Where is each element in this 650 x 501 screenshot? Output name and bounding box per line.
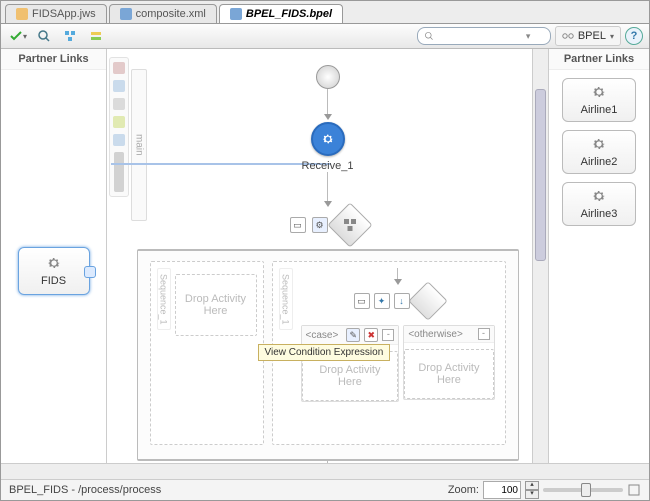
partner-link-airline3[interactable]: Airline3 bbox=[562, 182, 636, 226]
find-button[interactable] bbox=[33, 26, 55, 46]
gear-icon bbox=[46, 255, 62, 271]
swimlane-button[interactable] bbox=[85, 26, 107, 46]
chevron-down-icon[interactable]: ▾ bbox=[526, 31, 531, 42]
sequence-label: Sequence_1 bbox=[157, 268, 171, 330]
edit-case-button[interactable]: ✎ bbox=[346, 328, 360, 342]
partner-link-label: Airline3 bbox=[581, 208, 618, 220]
horizontal-scrollbar[interactable] bbox=[1, 463, 649, 479]
vertical-scrollbar[interactable] bbox=[532, 49, 548, 463]
receive-activity[interactable] bbox=[311, 122, 345, 156]
flow-gateway[interactable] bbox=[327, 202, 372, 247]
case-branch: <case> ✎ ✖ - Drop Activity Here bbox=[301, 325, 400, 402]
tooltip: View Condition Expression bbox=[258, 344, 391, 361]
arrow-icon bbox=[394, 279, 402, 285]
tab-fidsapp[interactable]: FIDSApp.jws bbox=[5, 4, 107, 23]
partner-link-label: Airline1 bbox=[581, 104, 618, 116]
left-partner-links-panel: Partner Links FIDS bbox=[1, 49, 107, 463]
tab-composite[interactable]: composite.xml bbox=[109, 4, 217, 23]
start-node[interactable] bbox=[316, 65, 340, 89]
link-icon bbox=[562, 31, 574, 41]
panel-title: Partner Links bbox=[549, 49, 649, 70]
flow-options-button[interactable]: ⚙ bbox=[312, 217, 328, 233]
arrow-icon bbox=[324, 201, 332, 207]
panel-title: Partner Links bbox=[1, 49, 106, 70]
help-button[interactable]: ? bbox=[625, 27, 643, 45]
partner-link-airline1[interactable]: Airline1 bbox=[562, 78, 636, 122]
flow-icon bbox=[343, 218, 357, 232]
otherwise-branch: <otherwise> - Drop Activity Here bbox=[403, 325, 494, 400]
partner-link-label: Airline2 bbox=[581, 156, 618, 168]
gear-icon bbox=[321, 132, 335, 146]
flow-branch-1: Sequence_1 Drop Activity Here bbox=[150, 261, 264, 445]
zoom-control: Zoom: ▴ ▾ bbox=[448, 481, 641, 499]
case-label: <case> bbox=[306, 330, 339, 341]
layout-button[interactable] bbox=[59, 26, 81, 46]
receive-label: Receive_1 bbox=[302, 160, 354, 172]
tab-label: composite.xml bbox=[136, 8, 206, 20]
expand-button[interactable]: - bbox=[382, 329, 394, 341]
add-branch-button[interactable]: ✦ bbox=[374, 293, 390, 309]
status-bar: BPEL_FIDS - /process/process Zoom: ▴ ▾ bbox=[1, 479, 649, 500]
gear-icon bbox=[591, 84, 607, 100]
arrow-down-button[interactable]: ↓ bbox=[394, 293, 410, 309]
chevron-down-icon: ▾ bbox=[610, 32, 614, 41]
right-partner-links-panel: Partner Links Airline1 Airline2 Airline3 bbox=[548, 49, 649, 463]
partner-link-airline2[interactable]: Airline2 bbox=[562, 130, 636, 174]
zoom-up-button[interactable]: ▴ bbox=[525, 481, 539, 490]
validate-button[interactable]: ▾ bbox=[7, 26, 29, 46]
otherwise-label: <otherwise> bbox=[408, 329, 462, 340]
gear-icon bbox=[591, 136, 607, 152]
tab-bpelfids[interactable]: BPEL_FIDS.bpel bbox=[219, 4, 343, 23]
delete-case-button[interactable]: ✖ bbox=[364, 328, 378, 342]
fit-icon[interactable] bbox=[627, 483, 641, 497]
partner-link-fids[interactable]: FIDS bbox=[18, 247, 90, 295]
search-box[interactable]: ▾ bbox=[417, 27, 551, 45]
tab-label: BPEL_FIDS.bpel bbox=[246, 8, 332, 20]
expand-button[interactable]: - bbox=[478, 328, 490, 340]
drop-zone[interactable]: Drop Activity Here bbox=[175, 274, 257, 336]
flow-container: Sequence_1 Drop Activity Here Sequence_1 bbox=[137, 249, 519, 461]
file-icon bbox=[120, 8, 132, 20]
zoom-down-button[interactable]: ▾ bbox=[525, 490, 539, 499]
search-icon bbox=[424, 31, 434, 41]
editor-tabs: FIDSApp.jws composite.xml BPEL_FIDS.bpel bbox=[1, 1, 649, 24]
tab-label: FIDSApp.jws bbox=[32, 8, 96, 20]
design-canvas[interactable]: main Receive_1 ▭ bbox=[107, 49, 548, 463]
bpel-label: BPEL bbox=[578, 30, 606, 42]
port-icon[interactable] bbox=[84, 266, 96, 278]
sequence-label: Sequence_1 bbox=[279, 268, 293, 330]
flow-branch-2: Sequence_1 ▭ ✦ ↓ bbox=[272, 261, 506, 445]
collapse-button[interactable]: ▭ bbox=[290, 217, 306, 233]
zoom-input[interactable] bbox=[483, 481, 521, 499]
toolbar: ▾ ▾ BPEL ▾ ? bbox=[1, 24, 649, 49]
partner-link-label: FIDS bbox=[41, 275, 66, 287]
file-icon bbox=[230, 8, 242, 20]
arrow-icon bbox=[324, 114, 332, 120]
file-icon bbox=[16, 8, 28, 20]
drop-zone[interactable]: Drop Activity Here bbox=[404, 349, 493, 399]
search-input[interactable] bbox=[438, 29, 522, 43]
gear-icon bbox=[591, 188, 607, 204]
collapse-button[interactable]: ▭ bbox=[354, 293, 370, 309]
breadcrumb: BPEL_FIDS - /process/process bbox=[9, 484, 161, 496]
bpel-mode-button[interactable]: BPEL ▾ bbox=[555, 26, 621, 46]
slider-knob[interactable] bbox=[581, 483, 591, 497]
scrollbar-thumb[interactable] bbox=[535, 89, 546, 261]
zoom-slider[interactable] bbox=[543, 488, 623, 492]
zoom-label: Zoom: bbox=[448, 484, 479, 496]
